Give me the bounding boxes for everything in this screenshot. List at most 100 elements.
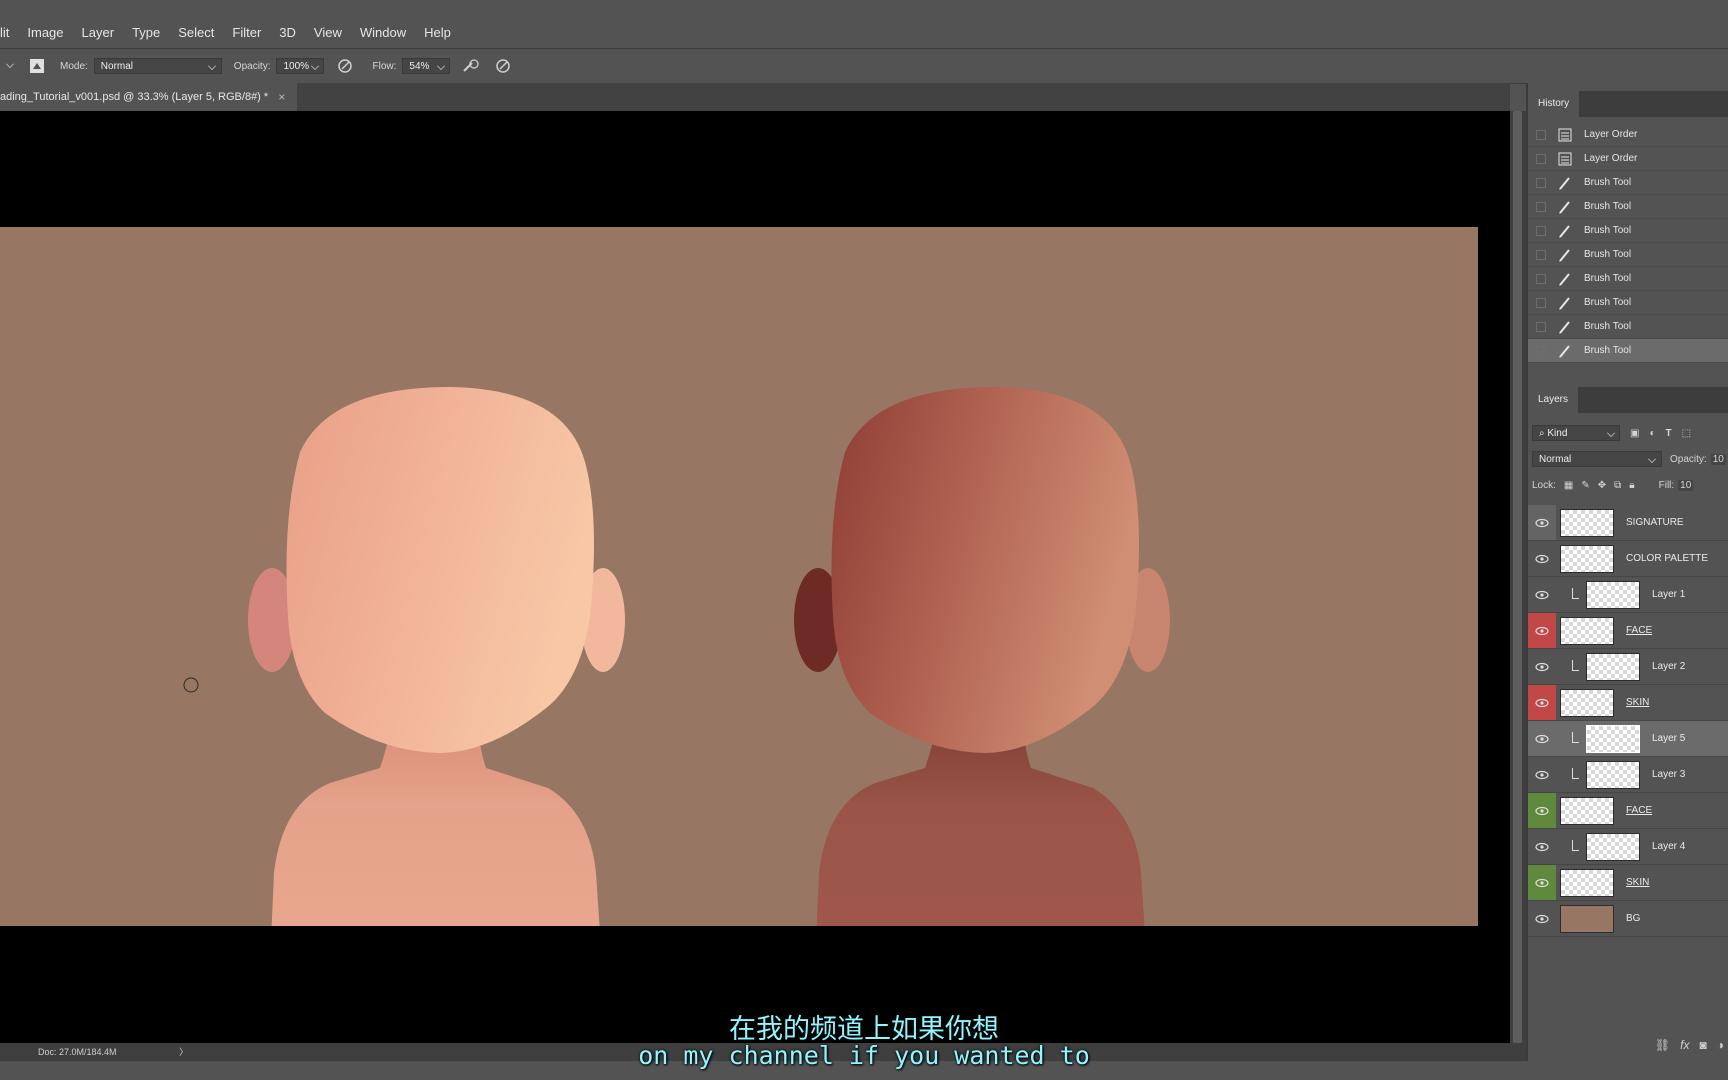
document-tab[interactable]: ading_Tutorial_v001.psd @ 33.3% (Layer 5… <box>0 83 298 111</box>
layer-row[interactable]: Layer 2 <box>1528 649 1728 685</box>
layer-row[interactable]: Layer 4 <box>1528 829 1728 865</box>
canvas-workspace[interactable] <box>0 111 1510 1043</box>
layer-row[interactable]: SIGNATURE <box>1528 505 1728 541</box>
snapshot-checkbox[interactable] <box>1536 153 1546 164</box>
artwork-canvas[interactable] <box>0 227 1478 926</box>
snapshot-checkbox[interactable] <box>1536 177 1546 188</box>
snapshot-checkbox[interactable] <box>1536 297 1546 308</box>
history-item[interactable]: Brush Tool <box>1528 315 1728 339</box>
layer-kind-value: Kind <box>1547 428 1568 439</box>
history-item-label: Brush Tool <box>1584 273 1632 284</box>
lock-artboard-icon[interactable]: ⧉ <box>1614 480 1621 491</box>
close-icon[interactable]: × <box>278 90 285 104</box>
type-filter-icon[interactable]: T <box>1666 428 1672 439</box>
layer-thumbnail[interactable] <box>1560 868 1614 897</box>
layer-thumbnail[interactable] <box>1560 796 1614 825</box>
pressure-opacity-icon[interactable] <box>336 57 354 75</box>
opacity-field[interactable]: 100% <box>276 58 325 74</box>
layer-row[interactable]: Layer 3 <box>1528 757 1728 793</box>
snapshot-checkbox[interactable] <box>1536 249 1546 260</box>
layer-row[interactable]: Layer 5 <box>1528 721 1728 757</box>
brush-panel-toggle-icon[interactable] <box>28 57 46 75</box>
lock-pixels-icon[interactable]: ✎ <box>1581 480 1589 491</box>
history-item[interactable]: Layer Order <box>1528 123 1728 147</box>
tab-layers[interactable]: Layers <box>1528 387 1579 413</box>
layer-thumbnail[interactable] <box>1560 688 1614 717</box>
history-item[interactable]: Brush Tool <box>1528 171 1728 195</box>
mode-dropdown[interactable]: Normal <box>93 58 222 74</box>
menu-item-filter[interactable]: Filter <box>223 18 270 48</box>
snapshot-checkbox[interactable] <box>1536 321 1546 332</box>
eye-icon[interactable] <box>1528 901 1556 936</box>
eye-icon[interactable] <box>1528 613 1556 648</box>
snapshot-checkbox[interactable] <box>1536 201 1546 212</box>
eye-icon[interactable] <box>1528 541 1556 576</box>
pixel-filter-icon[interactable]: ▣ <box>1630 428 1639 439</box>
menu-item-view[interactable]: View <box>305 18 351 48</box>
menu-item-image[interactable]: Image <box>18 18 72 48</box>
menu-item-select[interactable]: Select <box>169 18 223 48</box>
layer-thumbnail[interactable] <box>1586 724 1640 753</box>
history-item[interactable]: Brush Tool <box>1528 219 1728 243</box>
layer-row[interactable]: SKIN <box>1528 685 1728 721</box>
scrollbar-thumb[interactable] <box>1513 111 1522 1043</box>
menu-item-window[interactable]: Window <box>351 18 415 48</box>
snapshot-checkbox[interactable] <box>1536 345 1546 356</box>
layer-row[interactable]: COLOR PALETTE <box>1528 541 1728 577</box>
eye-icon[interactable] <box>1528 505 1556 540</box>
menu-item-help[interactable]: Help <box>415 18 460 48</box>
lock-all-icon[interactable]: 🔒︎ <box>1629 480 1634 491</box>
eye-icon[interactable] <box>1528 685 1556 720</box>
layer-opacity-value[interactable]: 10 <box>1710 453 1726 465</box>
snapshot-checkbox[interactable] <box>1536 273 1546 284</box>
lock-position-icon[interactable]: ✥ <box>1598 480 1606 491</box>
pressure-size-icon[interactable] <box>494 57 512 75</box>
layer-thumbnail[interactable] <box>1560 508 1614 537</box>
layer-thumbnail[interactable] <box>1586 760 1640 789</box>
shape-filter-icon[interactable]: ⬚ <box>1682 428 1691 439</box>
eye-icon[interactable] <box>1528 865 1556 900</box>
history-item[interactable]: Brush Tool <box>1528 267 1728 291</box>
layer-thumbnail[interactable] <box>1586 652 1640 681</box>
history-item[interactable]: Brush Tool <box>1528 195 1728 219</box>
tab-history[interactable]: History <box>1528 91 1580 117</box>
blend-mode-dropdown[interactable]: Normal <box>1532 451 1662 467</box>
history-item-label: Brush Tool <box>1584 177 1632 188</box>
eye-icon[interactable] <box>1528 577 1556 612</box>
eye-icon[interactable] <box>1528 829 1556 864</box>
layer-row[interactable]: SKIN <box>1528 865 1728 901</box>
menu-item-3d[interactable]: 3D <box>270 18 305 48</box>
vertical-scrollbar[interactable] <box>1510 111 1526 1043</box>
lock-transparency-icon[interactable]: ▦ <box>1564 480 1573 491</box>
layer-thumbnail[interactable] <box>1560 544 1614 573</box>
tool-preset-caret-icon[interactable] <box>6 60 14 68</box>
layer-kind-dropdown[interactable]: ⌕ Kind <box>1532 425 1620 441</box>
history-item[interactable]: Layer Order <box>1528 147 1728 171</box>
menu-item-type[interactable]: Type <box>123 18 169 48</box>
dark-skin-figure <box>794 387 1170 926</box>
menu-item-lit[interactable]: lit <box>0 18 18 48</box>
fill-value[interactable]: 10 <box>1678 479 1694 491</box>
airbrush-icon[interactable] <box>462 57 480 75</box>
layer-row[interactable]: BG <box>1528 901 1728 937</box>
layer-row[interactable]: Layer 1 <box>1528 577 1728 613</box>
layer-thumbnail[interactable] <box>1586 580 1640 609</box>
layer-thumbnail[interactable] <box>1586 832 1640 861</box>
eye-icon[interactable] <box>1528 793 1556 828</box>
layer-thumbnail[interactable] <box>1560 616 1614 645</box>
chevron-down-icon <box>311 62 320 70</box>
eye-icon[interactable] <box>1528 649 1556 684</box>
snapshot-checkbox[interactable] <box>1536 129 1546 140</box>
eye-icon[interactable] <box>1528 721 1556 756</box>
adjustment-filter-icon[interactable]: ◐ <box>1649 428 1655 439</box>
history-item[interactable]: Brush Tool <box>1528 243 1728 267</box>
layer-row[interactable]: FACE <box>1528 793 1728 829</box>
menu-item-layer[interactable]: Layer <box>73 18 124 48</box>
snapshot-checkbox[interactable] <box>1536 225 1546 236</box>
eye-icon[interactable] <box>1528 757 1556 792</box>
layer-row[interactable]: FACE <box>1528 613 1728 649</box>
flow-field[interactable]: 54% <box>402 58 451 74</box>
history-item[interactable]: Brush Tool <box>1528 339 1728 363</box>
layer-thumbnail[interactable] <box>1560 904 1614 933</box>
history-item[interactable]: Brush Tool <box>1528 291 1728 315</box>
